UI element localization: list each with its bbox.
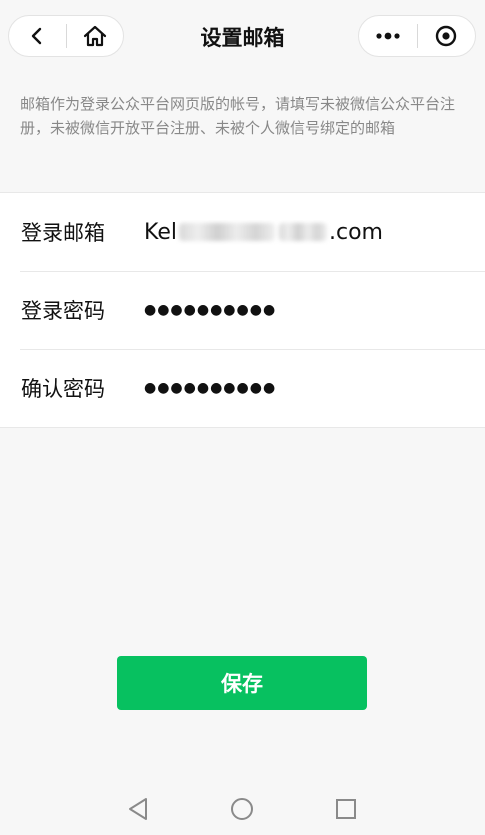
nav-capsule-left [8, 15, 124, 57]
email-redacted-blur [178, 223, 275, 241]
email-label: 登录邮箱 [21, 221, 105, 245]
confirm-password-label: 确认密码 [21, 377, 105, 401]
navigation-bar: 设置邮箱 [0, 0, 485, 74]
email-field[interactable]: Kel .com [144, 220, 485, 245]
more-dots-icon [376, 32, 400, 40]
email-value-suffix: .com [328, 219, 383, 245]
back-chevron-icon [32, 27, 42, 45]
system-home-button[interactable] [229, 796, 255, 822]
form-row-confirm-password[interactable]: 确认密码 ●●●●●●●●●● [0, 349, 485, 427]
close-miniprogram-button[interactable] [418, 16, 476, 56]
email-redacted-blur [278, 223, 327, 241]
home-icon [83, 25, 106, 47]
page: 设置邮箱 邮箱作为登录公众平台网页版的帐号，请填写未被微信公众平台注册，未被微信… [0, 0, 485, 835]
email-value-prefix: Kel [144, 219, 177, 245]
nav-capsule-right [358, 15, 476, 57]
recent-square-icon [336, 799, 356, 819]
save-button[interactable]: 保存 [117, 656, 367, 710]
back-button[interactable] [9, 16, 66, 56]
description-text: 邮箱作为登录公众平台网页版的帐号，请填写未被微信公众平台注册，未被微信开放平台注… [20, 95, 456, 137]
more-button[interactable] [359, 16, 417, 56]
form-row-password[interactable]: 登录密码 ●●●●●●●●●● [0, 271, 485, 349]
system-back-button[interactable] [126, 796, 152, 822]
back-triangle-icon [129, 798, 147, 820]
confirm-password-field[interactable]: ●●●●●●●●●● [144, 377, 485, 399]
form-row-email[interactable]: 登录邮箱 Kel .com [0, 193, 485, 271]
home-button[interactable] [67, 16, 124, 56]
target-circle-icon [436, 25, 457, 47]
password-label: 登录密码 [21, 299, 105, 323]
password-field[interactable]: ●●●●●●●●●● [144, 299, 485, 321]
system-recent-apps-button[interactable] [333, 796, 359, 822]
system-navigation-bar [0, 780, 485, 835]
email-form: 登录邮箱 Kel .com 登录密码 ●●●●●●●●●● 确认密码 ●●●●●… [0, 192, 485, 428]
home-circle-icon [231, 798, 253, 820]
